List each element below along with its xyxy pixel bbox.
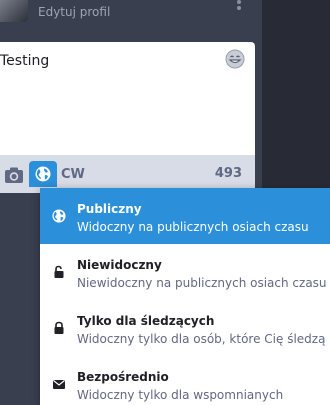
compose-textarea[interactable]: Testing <box>0 42 255 155</box>
menu-dots-icon[interactable] <box>235 0 243 14</box>
privacy-option-title: Bezpośrednio <box>77 370 169 384</box>
privacy-option-direct[interactable]: Bezpośrednio Widoczny tylko dla wspomnia… <box>40 356 330 405</box>
privacy-option-title: Niewidoczny <box>77 258 162 272</box>
privacy-option-title: Tylko dla śledzących <box>77 314 215 328</box>
emoji-picker-icon[interactable] <box>225 49 245 69</box>
privacy-option-description: Niewidoczny na publicznych osiach czasu <box>77 276 327 290</box>
avatar[interactable] <box>0 0 28 22</box>
privacy-option-title: Publiczny <box>77 202 142 216</box>
privacy-option-unlisted[interactable]: Niewidoczny Niewidoczny na publicznych o… <box>40 244 330 300</box>
lock-icon <box>52 320 66 334</box>
privacy-option-public[interactable]: Publiczny Widoczny na publicznych osiach… <box>40 188 330 244</box>
envelope-icon <box>52 376 66 390</box>
character-counter: 493 <box>214 166 242 181</box>
privacy-toggle-button[interactable] <box>29 161 57 187</box>
privacy-dropdown: Publiczny Widoczny na publicznych osiach… <box>40 188 330 405</box>
privacy-option-description: Widoczny tylko dla wspomnianych <box>77 388 284 402</box>
compose-text: Testing <box>0 53 50 69</box>
edit-profile-link[interactable]: Edytuj profil <box>38 5 110 19</box>
content-warning-button[interactable]: CW <box>61 167 85 182</box>
globe-icon <box>52 208 66 223</box>
unlock-icon <box>52 264 66 278</box>
globe-icon <box>35 166 51 182</box>
privacy-option-private[interactable]: Tylko dla śledzących Widoczny tylko dla … <box>40 300 330 356</box>
privacy-option-description: Widoczny na publicznych osiach czasu <box>77 220 309 234</box>
account-bar: Edytuj profil <box>0 0 262 40</box>
camera-icon[interactable] <box>3 164 25 186</box>
privacy-option-description: Widoczny tylko dla osób, które Cię śledz… <box>77 332 326 346</box>
